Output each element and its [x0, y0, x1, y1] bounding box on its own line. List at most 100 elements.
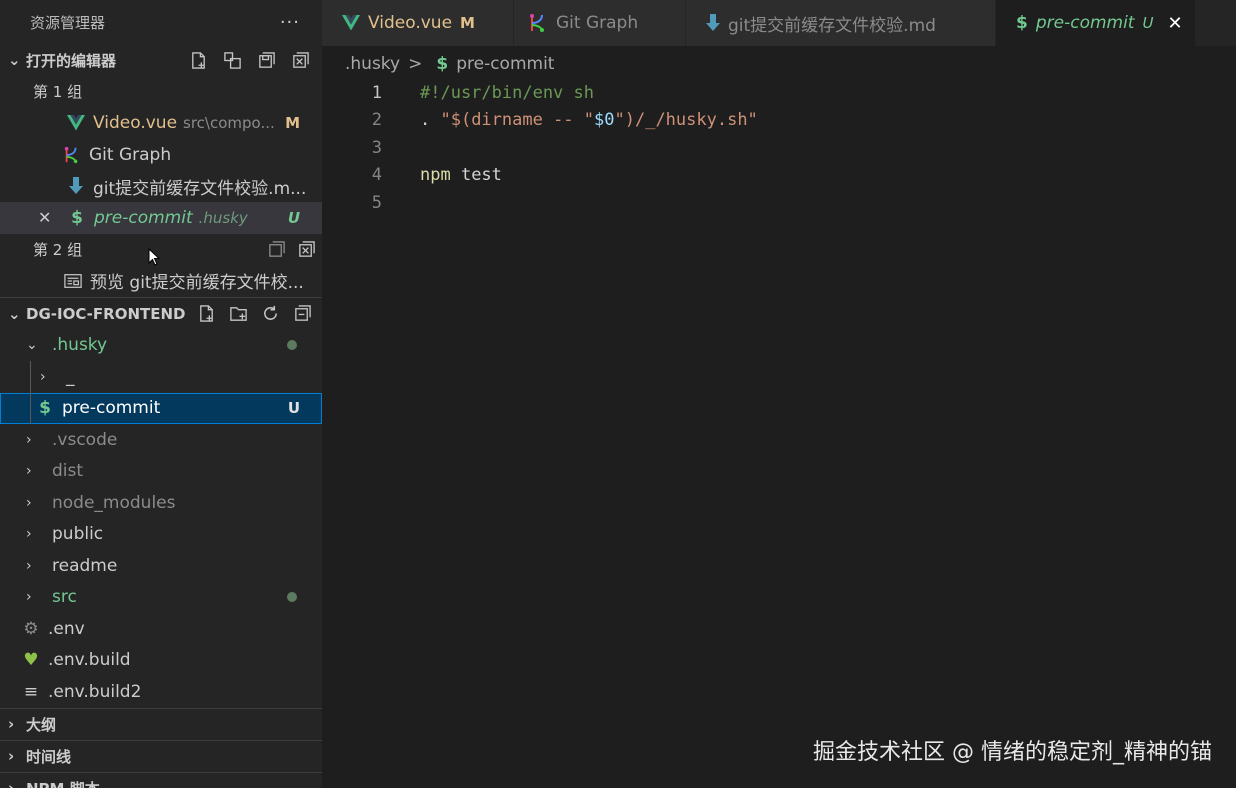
mouse-cursor-icon: [148, 247, 161, 271]
tree-folder-readme[interactable]: › readme: [0, 550, 322, 582]
tree-item-label: pre-commit: [62, 398, 161, 419]
open-editor-label: Video.vue: [93, 113, 178, 134]
line-number: 1: [371, 82, 382, 103]
line-number: 2: [371, 110, 382, 131]
open-editors-title: 打开的编辑器: [26, 51, 117, 70]
code-line: 4 npm test: [322, 162, 1236, 190]
collapse-all-icon[interactable]: [292, 304, 312, 324]
tree-file-env-build2[interactable]: ≡ .env.build2: [0, 676, 322, 708]
chevron-down-icon: ⌄: [26, 337, 38, 354]
open-editor-label: pre-commit: [94, 207, 193, 228]
code-token: $0: [594, 110, 615, 131]
code-text: . "$(dirname -- "$0")/_/husky.sh": [420, 110, 758, 130]
save-group-icon[interactable]: [266, 239, 286, 259]
tree-item-label: .husky: [52, 335, 108, 356]
code-line: 2 . "$(dirname -- "$0")/_/husky.sh": [322, 107, 1236, 135]
code-editor[interactable]: 1 #!/usr/bin/env sh 2 . "$(dirname -- "$…: [322, 78, 1236, 788]
tree-folder-node-modules[interactable]: › node_modules: [0, 487, 322, 519]
tree-folder-underscore[interactable]: › _: [0, 361, 322, 393]
code-token: ")/_/husky.sh": [614, 110, 758, 131]
close-icon[interactable]: ✕: [38, 208, 58, 227]
chevron-right-icon: ›: [8, 747, 15, 765]
tree-folder-husky[interactable]: ⌄ .husky: [0, 330, 322, 362]
code-text: npm test: [420, 165, 502, 185]
explorer-title: 资源管理器: [30, 13, 106, 32]
tree-file-env[interactable]: ⚙ .env: [0, 613, 322, 645]
group-1-text: 第 1 组: [33, 83, 83, 102]
outline-title: 大纲: [26, 715, 57, 734]
tree-item-label: node_modules: [52, 492, 176, 513]
save-all-icon[interactable]: [256, 50, 276, 70]
tree-item-label: .env.build: [48, 650, 131, 671]
tree-folder-dist[interactable]: › dist: [0, 456, 322, 488]
open-editors-header[interactable]: ⌄ 打开的编辑器: [0, 44, 322, 76]
refresh-icon[interactable]: [260, 304, 280, 324]
tree-item-label: .env: [48, 618, 85, 639]
tree-item-label: src: [52, 587, 77, 608]
tree-folder-public[interactable]: › public: [0, 519, 322, 551]
open-editor-markdown[interactable]: git提交前缓存文件校验.m...: [0, 171, 322, 203]
group-2-text: 第 2 组: [33, 240, 83, 259]
code-line: 3: [322, 134, 1236, 162]
open-editor-git-graph[interactable]: Git Graph: [0, 139, 322, 171]
open-editor-video-vue[interactable]: Video.vue src\compo... M: [0, 108, 322, 140]
code-line: 1 #!/usr/bin/env sh: [322, 79, 1236, 107]
outline-header[interactable]: › 大纲: [0, 709, 322, 740]
more-actions-icon[interactable]: ···: [280, 12, 300, 33]
vue-icon: [67, 115, 85, 131]
breadcrumb-file[interactable]: pre-commit: [456, 54, 554, 74]
watermark: 掘金技术社区 @ 情绪的稳定剂_精神的锚: [813, 740, 1212, 765]
explorer-sidebar: 资源管理器 ··· ⌄ 打开的编辑器 第 1 组 Video.vue src\c…: [0, 0, 322, 788]
explorer-title-bar: 资源管理器 ···: [0, 0, 322, 44]
indent-guide: [30, 361, 31, 393]
toggle-vertical-icon[interactable]: [222, 50, 242, 70]
tree-item-label: readme: [52, 555, 118, 576]
tab-git-graph[interactable]: Git Graph: [514, 0, 686, 46]
tab-label: Git Graph: [556, 13, 639, 33]
tab-markdown[interactable]: git提交前缓存文件校验.md: [686, 0, 996, 46]
chevron-down-icon: ⌄: [8, 51, 21, 69]
breadcrumb: .husky > $ pre-commit: [345, 50, 554, 78]
npm-scripts-header[interactable]: › NPM 脚本: [0, 773, 322, 788]
timeline-header[interactable]: › 时间线: [0, 741, 322, 772]
git-change-dot: [287, 340, 297, 351]
tab-pre-commit[interactable]: $ pre-commit U ✕: [996, 0, 1196, 46]
close-icon[interactable]: ✕: [1167, 13, 1182, 34]
new-untitled-file-icon[interactable]: [188, 50, 208, 70]
close-group-icon[interactable]: [296, 239, 316, 259]
chevron-right-icon: ›: [26, 589, 32, 606]
code-token: .: [420, 110, 441, 131]
open-editor-label: 预览 git提交前缓存文件校...: [90, 273, 304, 294]
open-editor-preview[interactable]: 预览 git提交前缓存文件校...: [0, 265, 322, 297]
code-token: npm: [420, 165, 461, 186]
open-editor-pre-commit[interactable]: ✕ $ pre-commit .husky U: [0, 202, 322, 234]
open-editor-desc: src\compo...: [183, 114, 275, 133]
modified-badge: M: [285, 114, 300, 133]
chevron-right-icon: ›: [8, 779, 15, 788]
breadcrumb-folder[interactable]: .husky: [345, 54, 400, 74]
tab-label: git提交前缓存文件校验.md: [728, 15, 936, 36]
open-editor-label: Git Graph: [89, 144, 172, 165]
close-all-icon[interactable]: [290, 50, 310, 70]
tree-item-label: _: [66, 366, 75, 387]
tree-folder-vscode[interactable]: › .vscode: [0, 424, 322, 456]
shell-dollar-icon: $: [39, 398, 51, 419]
project-header[interactable]: ⌄ DG-IOC-FRONTEND: [0, 298, 322, 330]
timeline-title: 时间线: [26, 747, 72, 766]
tree-file-pre-commit[interactable]: $ pre-commit U: [0, 392, 322, 424]
git-change-dot: [287, 592, 297, 603]
line-number: 3: [371, 137, 382, 158]
vue-icon: [342, 15, 360, 31]
tree-folder-src[interactable]: › src: [0, 582, 322, 614]
preview-icon: [64, 272, 82, 290]
git-graph-icon: [528, 13, 548, 33]
tab-video-vue[interactable]: Video.vue M: [322, 0, 514, 46]
new-file-icon[interactable]: [196, 304, 216, 324]
new-folder-icon[interactable]: [228, 304, 248, 324]
untracked-badge: U: [1142, 14, 1154, 32]
tree-file-env-build[interactable]: ♥ .env.build: [0, 645, 322, 677]
chevron-down-icon: ⌄: [8, 304, 21, 323]
tree-item-label: dist: [52, 461, 84, 482]
chevron-right-icon: ›: [26, 494, 32, 511]
text-lines-icon: ≡: [23, 681, 39, 702]
